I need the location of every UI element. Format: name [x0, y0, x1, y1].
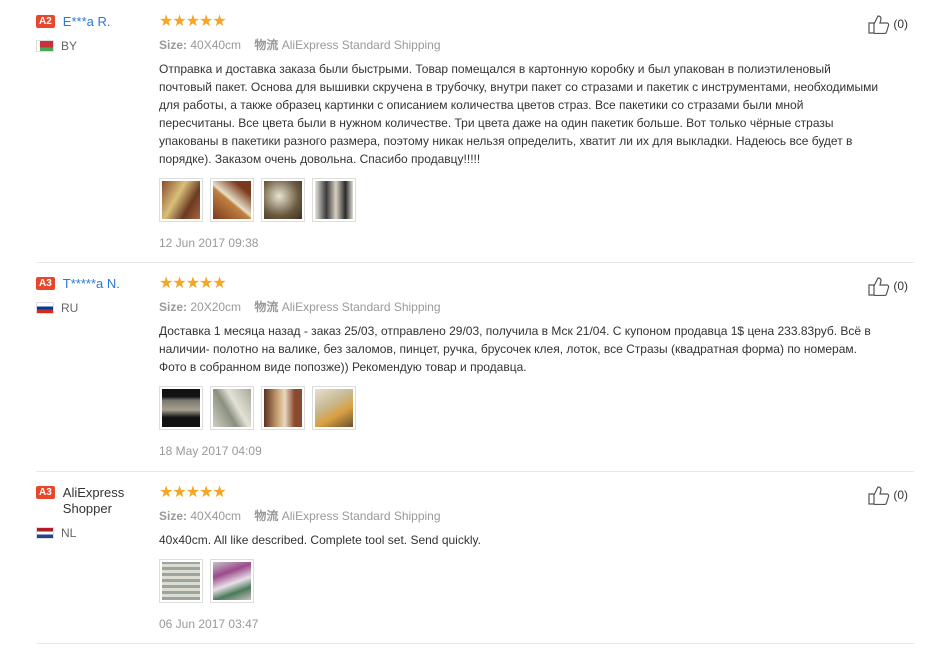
- country-code: RU: [61, 301, 79, 315]
- order-info: Size: 20X20cm 物流 AliExpress Standard Shi…: [159, 300, 879, 314]
- review-photo[interactable]: [159, 178, 203, 222]
- flag-icon: [36, 302, 54, 314]
- thumbs-up-icon: [868, 277, 890, 296]
- shipping-label: 物流: [254, 509, 279, 523]
- helpful-button[interactable]: (0): [868, 276, 908, 296]
- helpful-count: (0): [893, 17, 908, 31]
- size-label: Size:: [159, 38, 188, 52]
- star-rating: ★★★★★: [159, 275, 227, 292]
- thumbs-up-icon: [868, 15, 890, 34]
- country-code: BY: [61, 39, 78, 53]
- reviewer-info: A3 T*****a N. RU: [36, 276, 151, 315]
- flag-icon: [36, 527, 54, 539]
- review-photo[interactable]: [312, 386, 356, 430]
- star-rating: ★★★★★: [159, 13, 227, 30]
- review-text: Доставка 1 месяца назад - заказ 25/03, о…: [159, 324, 871, 374]
- review-photo[interactable]: [261, 386, 305, 430]
- reviewer-country: RU: [36, 301, 151, 315]
- photo-list: [159, 559, 879, 603]
- size-label: Size:: [159, 300, 188, 314]
- review-photo[interactable]: [261, 178, 305, 222]
- helpful-count: (0): [893, 279, 908, 293]
- shipping-value: AliExpress Standard Shipping: [281, 509, 441, 523]
- country-code: NL: [61, 526, 77, 540]
- review-date: 12 Jun 2017 09:38: [159, 236, 259, 250]
- reviewer-info: A2 E***a R. BY: [36, 14, 151, 53]
- review-item: A3 AliExpress Shopper NL ★★★★★ Size: 40X…: [36, 485, 914, 644]
- star-rating: ★★★★★: [159, 484, 227, 501]
- size-value: 40X40cm: [190, 38, 242, 52]
- reviewer-country: BY: [36, 39, 151, 53]
- reviewer-country: NL: [36, 526, 151, 540]
- review-item: A2 E***a R. BY ★★★★★ Size: 40X40cm 物流 Al…: [36, 14, 914, 263]
- review-text: 40x40cm. All like described. Complete to…: [159, 533, 481, 547]
- review-photo[interactable]: [159, 386, 203, 430]
- level-badge: A3: [36, 486, 55, 499]
- reviewer-info: A3 AliExpress Shopper NL: [36, 485, 151, 540]
- review-photo[interactable]: [159, 559, 203, 603]
- review-photo[interactable]: [312, 178, 356, 222]
- level-badge: A2: [36, 15, 55, 28]
- review-text: Отправка и доставка заказа были быстрыми…: [159, 62, 879, 166]
- helpful-button[interactable]: (0): [868, 485, 908, 505]
- helpful-count: (0): [893, 488, 908, 502]
- review-content: ★★★★★ Size: 40X40cm 物流 AliExpress Standa…: [159, 485, 879, 631]
- size-label: Size:: [159, 509, 188, 523]
- shipping-value: AliExpress Standard Shipping: [281, 38, 441, 52]
- reviewer-name[interactable]: E***a R.: [63, 14, 111, 30]
- photo-list: [159, 178, 879, 222]
- order-info: Size: 40X40cm 物流 AliExpress Standard Shi…: [159, 38, 879, 52]
- review-photo[interactable]: [210, 178, 254, 222]
- review-content: ★★★★★ Size: 20X20cm 物流 AliExpress Standa…: [159, 276, 879, 458]
- review-photo[interactable]: [210, 559, 254, 603]
- review-date: 06 Jun 2017 03:47: [159, 617, 259, 631]
- order-info: Size: 40X40cm 物流 AliExpress Standard Shi…: [159, 509, 879, 523]
- review-item: A3 T*****a N. RU ★★★★★ Size: 20X20cm 物流 …: [36, 276, 914, 472]
- size-value: 20X20cm: [190, 300, 242, 314]
- size-value: 40X40cm: [190, 509, 242, 523]
- photo-list: [159, 386, 879, 430]
- reviewer-name[interactable]: AliExpress Shopper: [63, 485, 151, 517]
- shipping-label: 物流: [254, 300, 279, 314]
- flag-icon: [36, 40, 54, 52]
- shipping-label: 物流: [254, 38, 279, 52]
- review-date: 18 May 2017 04:09: [159, 444, 262, 458]
- level-badge: A3: [36, 277, 55, 290]
- helpful-button[interactable]: (0): [868, 14, 908, 34]
- review-photo[interactable]: [210, 386, 254, 430]
- shipping-value: AliExpress Standard Shipping: [281, 300, 441, 314]
- reviewer-name[interactable]: T*****a N.: [63, 276, 120, 292]
- review-content: ★★★★★ Size: 40X40cm 物流 AliExpress Standa…: [159, 14, 879, 250]
- thumbs-up-icon: [868, 486, 890, 505]
